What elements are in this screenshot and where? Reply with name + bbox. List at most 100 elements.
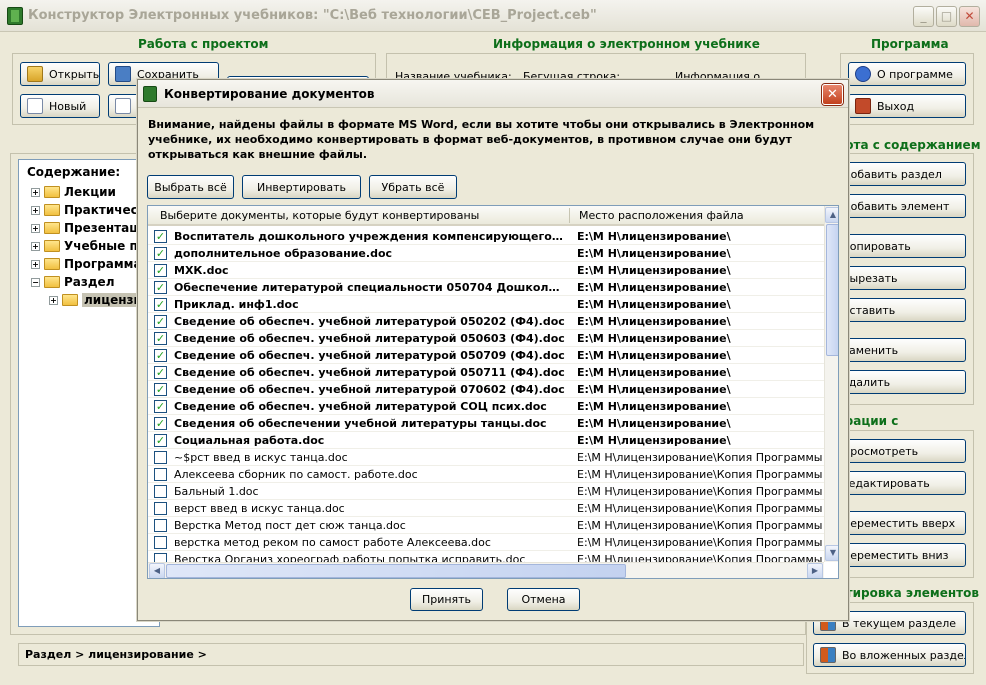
document-row[interactable]: ✓ Сведение об обеспеч. учебной литературо… — [148, 347, 824, 364]
select-all-button[interactable]: Выбрать всё — [147, 175, 234, 199]
tree-item-selected[interactable]: + лицензи — [49, 292, 144, 308]
document-row[interactable]: ✓ Обеспечение литературой специальности 0… — [148, 279, 824, 296]
document-path: E:\М Н\лицензирование\Копия Программы по… — [577, 451, 823, 464]
row-checkbox[interactable]: ✓ — [154, 349, 167, 362]
row-checkbox[interactable]: ✓ — [154, 281, 167, 294]
document-row[interactable]: ✓ Сведения об обеспечении учебной литерат… — [148, 415, 824, 432]
row-checkbox[interactable] — [154, 451, 167, 464]
expand-icon[interactable]: + — [31, 205, 40, 215]
open-button[interactable]: Открыть — [20, 62, 100, 86]
tree-item[interactable]: + Лекции — [31, 184, 116, 200]
tree-item[interactable]: + Презентаци — [31, 220, 147, 236]
scroll-right-button[interactable]: ▶ — [807, 563, 823, 578]
document-name: Алексеева сборник по самост. работе.doc — [174, 468, 418, 481]
expand-icon[interactable]: + — [31, 259, 40, 269]
scroll-up-button[interactable]: ▲ — [825, 207, 838, 223]
document-path: E:\М Н\лицензирование\Копия Программы по… — [577, 502, 823, 515]
scroll-down-button[interactable]: ▼ — [825, 545, 838, 561]
document-row[interactable]: ✓ МХК.doc E:\М Н\лицензирование\ — [148, 262, 824, 279]
row-checkbox[interactable] — [154, 468, 167, 481]
cancel-button[interactable]: Отмена — [507, 588, 580, 611]
vertical-scrollbar[interactable]: ▲ ▼ — [824, 206, 838, 562]
collapse-icon[interactable]: − — [31, 277, 40, 287]
row-checkbox[interactable]: ✓ — [154, 417, 167, 430]
window-title: Конструктор Электронных учебников: "C:\В… — [28, 8, 597, 23]
folder-icon — [44, 186, 60, 198]
horizontal-scrollbar[interactable]: ◀ ▶ — [148, 562, 824, 578]
document-name: Сведение об обеспеч. учебной литературой… — [174, 332, 565, 345]
expand-icon[interactable]: + — [31, 187, 40, 197]
row-checkbox[interactable]: ✓ — [154, 383, 167, 396]
maximize-button[interactable]: □ — [936, 6, 957, 27]
folder-icon — [44, 204, 60, 216]
exit-button[interactable]: Выход — [848, 94, 966, 118]
document-row[interactable]: ✓ Сведение об обеспеч. учебной литературо… — [148, 330, 824, 347]
dialog-titlebar: Конвертирование документов ✕ — [138, 80, 848, 108]
program-panel: О программе Выход — [840, 53, 974, 125]
documents-list[interactable]: Выберите документы, которые будут конвер… — [147, 205, 839, 579]
document-name: Сведение об обеспеч. учебной литературой… — [174, 383, 565, 396]
document-path: E:\М Н\лицензирование\ — [577, 264, 731, 277]
document-row[interactable]: Верстка Метод пост дет сюж танца.doc E:\М… — [148, 517, 824, 534]
horizontal-scroll-thumb[interactable] — [166, 564, 626, 578]
document-row[interactable]: ✓ дополнительное образование.doc E:\М Н\ли… — [148, 245, 824, 262]
expand-icon[interactable]: + — [31, 241, 40, 251]
document-name: дополнительное образование.doc — [174, 247, 393, 260]
sort-nested-button[interactable]: Во вложенных разделах — [813, 643, 966, 667]
column-path[interactable]: Место расположения файла — [579, 209, 744, 222]
row-checkbox[interactable]: ✓ — [154, 366, 167, 379]
row-checkbox[interactable] — [154, 519, 167, 532]
expand-icon[interactable]: + — [49, 295, 58, 305]
document-row[interactable]: ✓ Сведение об обеспеч. учебной литературо… — [148, 364, 824, 381]
sort-nested-icon — [820, 647, 836, 663]
deselect-all-button[interactable]: Убрать всё — [369, 175, 457, 199]
document-row[interactable]: ✓ Социальная работа.doc E:\М Н\лицензирова… — [148, 432, 824, 449]
row-checkbox[interactable]: ✓ — [154, 400, 167, 413]
document-row[interactable]: ~$рст введ в искус танца.doc E:\М Н\лицен… — [148, 449, 824, 466]
tree-item[interactable]: + Программа — [31, 256, 142, 272]
dialog-book-icon — [143, 86, 157, 102]
row-checkbox[interactable]: ✓ — [154, 264, 167, 277]
document-row[interactable]: ✓ Приклад. инф1.doc E:\М Н\лицензирование\ — [148, 296, 824, 313]
column-separator[interactable] — [569, 208, 570, 223]
column-documents[interactable]: Выберите документы, которые будут конвер… — [160, 209, 479, 222]
tree-item[interactable]: − Раздел — [31, 274, 114, 290]
tree-item[interactable]: + Практическ — [31, 202, 146, 218]
minimize-button[interactable]: _ — [913, 6, 934, 27]
scroll-left-button[interactable]: ◀ — [149, 563, 165, 578]
app-book-icon — [7, 7, 23, 25]
row-checkbox[interactable]: ✓ — [154, 298, 167, 311]
window-titlebar: Конструктор Электронных учебников: "C:\В… — [0, 0, 986, 32]
document-row[interactable]: верст введ в искус танца.doc E:\М Н\лицен… — [148, 500, 824, 517]
tree-item[interactable]: + Учебные по — [31, 238, 146, 254]
close-button[interactable]: ✕ — [959, 6, 980, 27]
invert-button[interactable]: Инвертировать — [242, 175, 361, 199]
new-button[interactable]: Новый — [20, 94, 100, 118]
dialog-close-button[interactable]: ✕ — [822, 84, 843, 105]
row-checkbox[interactable] — [154, 536, 167, 549]
row-checkbox[interactable]: ✓ — [154, 230, 167, 243]
row-checkbox[interactable] — [154, 485, 167, 498]
dialog-title: Конвертирование документов — [164, 87, 375, 101]
document-row[interactable]: Алексеева сборник по самост. работе.doc E… — [148, 466, 824, 483]
row-checkbox[interactable]: ✓ — [154, 332, 167, 345]
vertical-scroll-thumb[interactable] — [826, 224, 838, 356]
document-path: E:\М Н\лицензирование\Копия Программы по… — [577, 485, 823, 498]
document-path: E:\М Н\лицензирование\ — [577, 383, 731, 396]
row-checkbox[interactable]: ✓ — [154, 434, 167, 447]
document-row[interactable]: ✓ Сведение об обеспеч. учебной литературо… — [148, 398, 824, 415]
document-path: E:\М Н\лицензирование\ — [577, 315, 731, 328]
document-row[interactable]: ✓ Сведение об обеспеч. учебной литературо… — [148, 381, 824, 398]
expand-icon[interactable]: + — [31, 223, 40, 233]
document-name: Сведение об обеспеч. учебной литературой… — [174, 349, 565, 362]
document-row[interactable]: ✓ Сведение об обеспеч. учебной литературо… — [148, 313, 824, 330]
row-checkbox[interactable] — [154, 502, 167, 515]
row-checkbox[interactable]: ✓ — [154, 315, 167, 328]
document-row[interactable]: ✓ Воспитатель дошкольного учреждения комп… — [148, 228, 824, 245]
row-checkbox[interactable]: ✓ — [154, 247, 167, 260]
about-button[interactable]: О программе — [848, 62, 966, 86]
folder-open-icon — [27, 66, 43, 82]
document-row[interactable]: верстка метод реком по самост работе Але… — [148, 534, 824, 551]
document-row[interactable]: Бальный 1.doc E:\М Н\лицензирование\Копия… — [148, 483, 824, 500]
accept-button[interactable]: Принять — [410, 588, 483, 611]
